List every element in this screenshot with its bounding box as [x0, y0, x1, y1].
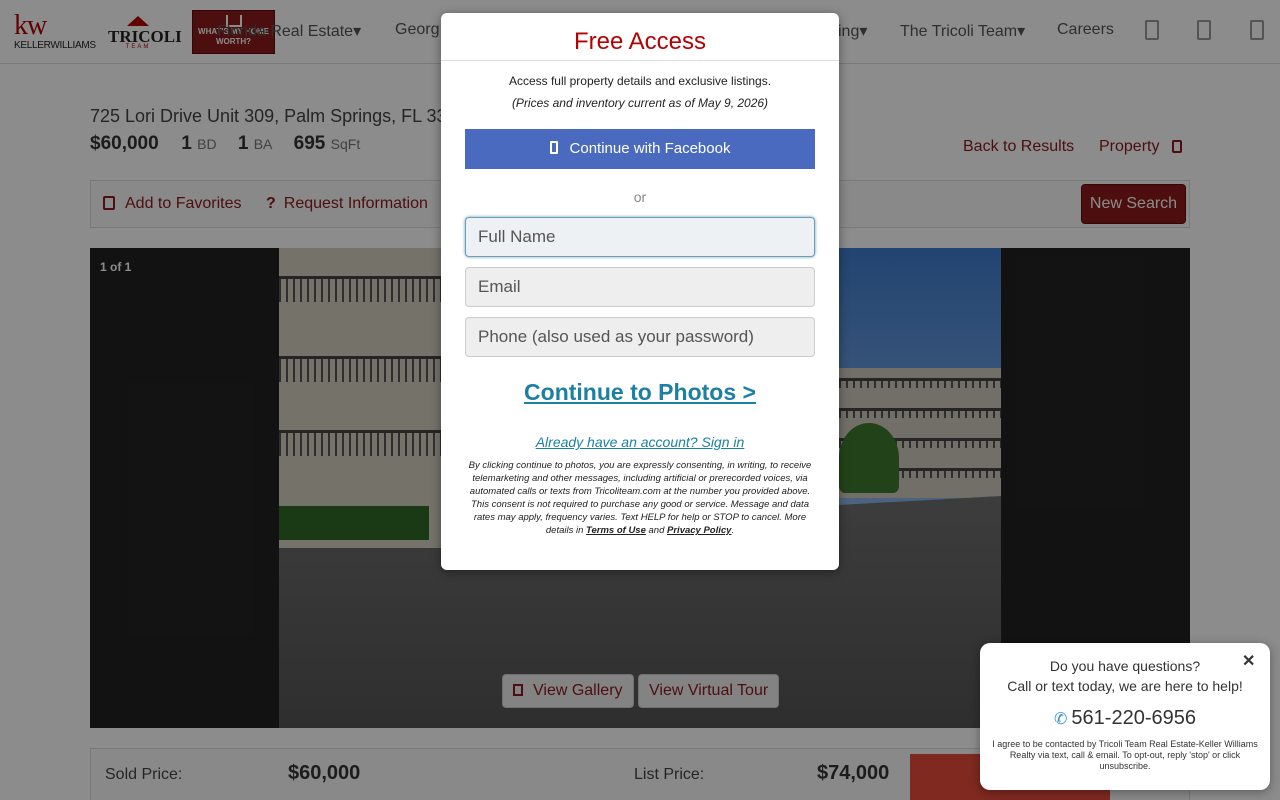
full-name-field[interactable]: [465, 217, 815, 257]
sign-in-link[interactable]: Already have an account? Sign in: [441, 434, 839, 450]
chat-widget: ✕ Do you have questions? Call or text to…: [980, 643, 1270, 790]
facebook-button-label: Continue with Facebook: [569, 140, 731, 157]
or-divider: or: [633, 189, 647, 205]
continue-to-photos-button[interactable]: Continue to Photos >: [441, 379, 839, 406]
phone-icon: ✆: [1054, 711, 1068, 728]
privacy-policy-link[interactable]: Privacy Policy: [667, 525, 731, 536]
chat-question: Do you have questions?: [1049, 658, 1201, 674]
modal-title: Free Access: [573, 28, 707, 55]
continue-with-facebook-button[interactable]: Continue with Facebook: [465, 129, 815, 169]
chat-phone-link[interactable]: ✆ 561-220-6956: [980, 707, 1270, 730]
free-access-modal: Free Access Access full property details…: [441, 13, 839, 570]
facebook-icon: [549, 141, 558, 154]
terms-of-use-link[interactable]: Terms of Use: [586, 525, 646, 536]
chat-phone-number: 561-220-6956: [1071, 707, 1196, 729]
modal-note: (Prices and inventory current as of May …: [511, 96, 769, 110]
phone-field[interactable]: [465, 317, 815, 357]
modal-subtitle: Access full property details and exclusi…: [508, 74, 772, 88]
chat-subtitle: Call or text today, we are here to help!: [1007, 678, 1243, 694]
consent-disclaimer: By clicking continue to photos, you are …: [465, 459, 815, 537]
period-text: .: [731, 525, 735, 536]
modal-divider: [441, 60, 839, 61]
chat-disclaimer: I agree to be contacted by Tricoli Team …: [992, 739, 1258, 771]
and-text: and: [648, 525, 665, 536]
email-field[interactable]: [465, 267, 815, 307]
